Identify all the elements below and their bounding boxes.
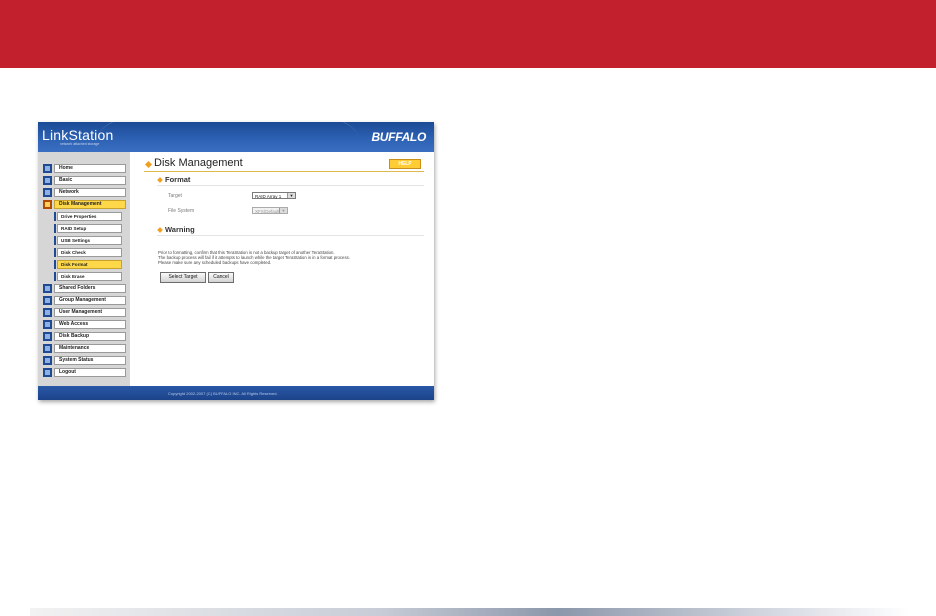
- copyright-text: Copyright 2002-2007 (C) BUFFALO INC. All…: [168, 391, 278, 396]
- top-banner: [0, 0, 936, 68]
- web-icon: [43, 320, 52, 329]
- sidebar-item-label: Logout: [54, 368, 126, 377]
- sidebar-item-maintenance[interactable]: Maintenance: [43, 344, 126, 353]
- sidebar-item-label: Maintenance: [54, 344, 126, 353]
- sidebar-item-group-management[interactable]: Group Management: [43, 296, 126, 305]
- basic-icon: [43, 176, 52, 185]
- group-icon: [43, 296, 52, 305]
- sidebar-item-label: User Management: [54, 308, 126, 317]
- sidebar: Home Basic Network Disk Management Drive…: [38, 152, 130, 386]
- warning-bullet-icon: [157, 227, 163, 233]
- format-bullet-icon: [157, 177, 163, 183]
- sidebar-item-label: Shared Folders: [54, 284, 126, 293]
- product-name: LinkStation: [42, 127, 114, 143]
- format-section-title: Format: [165, 175, 191, 184]
- disk-icon: [43, 200, 52, 209]
- user-icon: [43, 308, 52, 317]
- warning-line-3: Please make sure any scheduled backups h…: [158, 260, 272, 265]
- subitem-label: Drive Properties: [57, 212, 122, 221]
- brand-logo: BUFFALO: [371, 130, 426, 144]
- subitem-label: Disk Format: [57, 260, 122, 269]
- logout-icon: [43, 368, 52, 377]
- target-label: Target: [168, 193, 182, 199]
- linkstation-screenshot: LinkStation network attached storage BUF…: [38, 122, 434, 400]
- bottom-gradient-bar: [30, 608, 910, 616]
- sidebar-item-shared-folders[interactable]: Shared Folders: [43, 284, 126, 293]
- subitem-drive-properties[interactable]: Drive Properties: [54, 212, 122, 221]
- subitem-disk-erase[interactable]: Disk Erase: [54, 272, 122, 281]
- page-title: Disk Management: [154, 157, 243, 169]
- target-select-value: RAID Array 1: [255, 194, 282, 199]
- select-target-button[interactable]: Select Target: [160, 272, 206, 283]
- maintenance-icon: [43, 344, 52, 353]
- file-system-select: XFS(Default) ▼: [252, 207, 288, 214]
- subitem-disk-check[interactable]: Disk Check: [54, 248, 122, 257]
- sidebar-item-label: Disk Management: [54, 200, 126, 209]
- sidebar-item-label: Basic: [54, 176, 126, 185]
- sidebar-item-disk-management[interactable]: Disk Management: [43, 200, 126, 209]
- subitem-disk-format[interactable]: Disk Format: [54, 260, 122, 269]
- network-icon: [43, 188, 52, 197]
- chevron-down-icon: ▼: [279, 208, 287, 213]
- warning-section-title: Warning: [165, 225, 195, 234]
- subitem-usb-settings[interactable]: USB Settings: [54, 236, 122, 245]
- chevron-down-icon: ▼: [287, 193, 295, 198]
- file-system-select-value: XFS(Default): [255, 209, 282, 214]
- folder-icon: [43, 284, 52, 293]
- home-icon: [43, 164, 52, 173]
- sidebar-item-label: Home: [54, 164, 126, 173]
- subitem-label: Disk Erase: [57, 272, 122, 281]
- subitem-raid-setup[interactable]: RAID Setup: [54, 224, 122, 233]
- title-bullet-icon: [144, 160, 153, 169]
- app-footer: Copyright 2002-2007 (C) BUFFALO INC. All…: [38, 386, 434, 400]
- subitem-label: USB Settings: [57, 236, 122, 245]
- sidebar-item-user-management[interactable]: User Management: [43, 308, 126, 317]
- status-icon: [43, 356, 52, 365]
- sidebar-item-disk-backup[interactable]: Disk Backup: [43, 332, 126, 341]
- file-system-label: File System: [168, 208, 195, 214]
- sidebar-item-web-access[interactable]: Web Access: [43, 320, 126, 329]
- sidebar-item-system-status[interactable]: System Status: [43, 356, 126, 365]
- sidebar-item-label: Network: [54, 188, 126, 197]
- help-button[interactable]: HELP: [389, 159, 421, 169]
- sidebar-item-basic[interactable]: Basic: [43, 176, 126, 185]
- target-select[interactable]: RAID Array 1 ▼: [252, 192, 296, 199]
- backup-icon: [43, 332, 52, 341]
- format-divider: [157, 185, 424, 186]
- subitem-label: RAID Setup: [57, 224, 122, 233]
- product-tagline: network attached storage: [60, 142, 100, 146]
- warning-divider: [157, 235, 424, 236]
- header-swoosh: [98, 122, 358, 152]
- sidebar-item-label: System Status: [54, 356, 126, 365]
- cancel-button[interactable]: Cancel: [208, 272, 234, 283]
- sidebar-item-logout[interactable]: Logout: [43, 368, 126, 377]
- sidebar-item-label: Group Management: [54, 296, 126, 305]
- app-header: LinkStation network attached storage BUF…: [38, 122, 434, 152]
- title-divider: [144, 171, 424, 172]
- sidebar-item-home[interactable]: Home: [43, 164, 126, 173]
- sidebar-item-label: Web Access: [54, 320, 126, 329]
- sidebar-item-label: Disk Backup: [54, 332, 126, 341]
- subitem-label: Disk Check: [57, 248, 122, 257]
- main-content: Disk Management HELP Format Target RAID …: [130, 152, 434, 386]
- sidebar-item-network[interactable]: Network: [43, 188, 126, 197]
